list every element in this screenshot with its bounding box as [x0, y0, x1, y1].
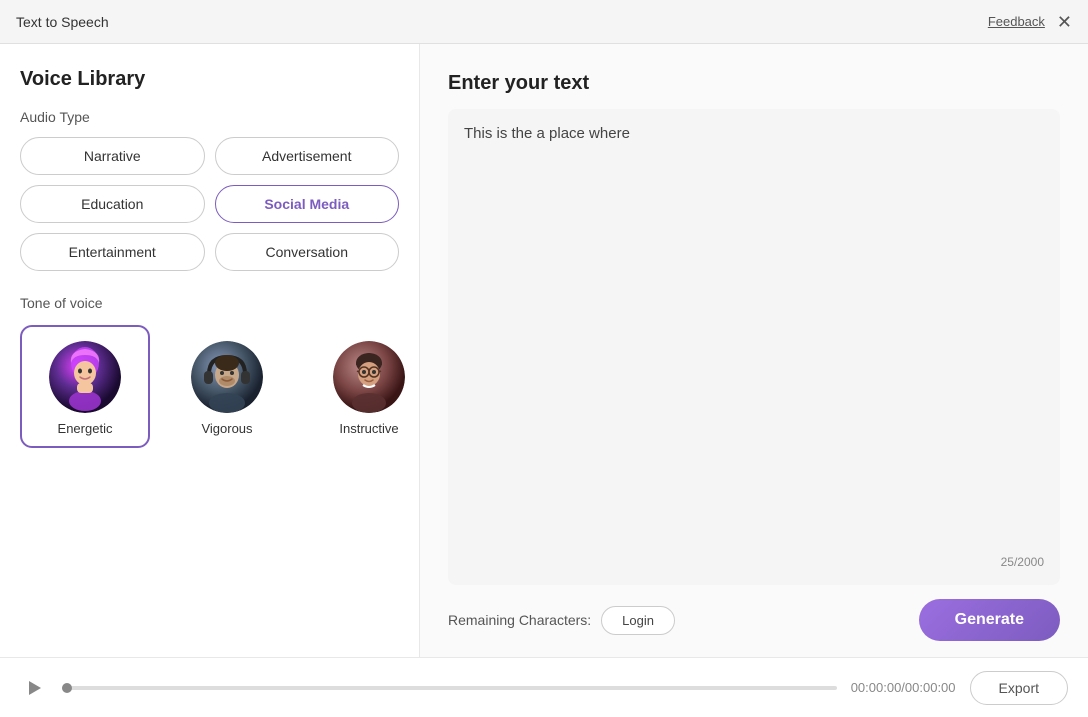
- remaining-chars-label: Remaining Characters:: [448, 612, 591, 628]
- audio-type-conversation[interactable]: Conversation: [215, 233, 400, 271]
- tone-avatar-vigorous: [191, 341, 263, 413]
- tone-energetic-label: Energetic: [58, 421, 113, 436]
- login-button[interactable]: Login: [601, 606, 675, 635]
- tone-grid: Energetic: [20, 325, 399, 448]
- app-title: Text to Speech: [16, 14, 109, 30]
- feedback-link[interactable]: Feedback: [988, 14, 1045, 29]
- time-display: 00:00:00/00:00:00: [851, 680, 956, 695]
- tone-vigorous[interactable]: Vigorous: [162, 325, 292, 448]
- tone-avatar-energetic: [49, 341, 121, 413]
- text-input[interactable]: This is the a place where: [464, 125, 1044, 547]
- tone-instructive-label: Instructive: [339, 421, 398, 436]
- progress-thumb: [62, 683, 72, 693]
- audio-type-advertisement[interactable]: Advertisement: [215, 137, 400, 175]
- export-button[interactable]: Export: [970, 671, 1068, 705]
- audio-type-social-media[interactable]: Social Media: [215, 185, 400, 223]
- tone-instructive[interactable]: Instructive: [304, 325, 420, 448]
- tone-energetic[interactable]: Energetic: [20, 325, 150, 448]
- left-panel: Voice Library Audio Type Narrative Adver…: [0, 44, 420, 657]
- audio-type-grid: Narrative Advertisement Education Social…: [20, 137, 399, 271]
- audio-type-label: Audio Type: [20, 109, 399, 125]
- close-button[interactable]: ✕: [1057, 13, 1072, 31]
- voice-library-title: Voice Library: [20, 68, 399, 91]
- text-area-wrapper: This is the a place where 25/2000: [448, 109, 1060, 585]
- audio-type-education[interactable]: Education: [20, 185, 205, 223]
- tone-label: Tone of voice: [20, 295, 399, 311]
- tone-avatar-instructive: [333, 341, 405, 413]
- right-panel: Enter your text This is the a place wher…: [420, 44, 1088, 657]
- play-button[interactable]: [20, 674, 48, 702]
- audio-type-narrative[interactable]: Narrative: [20, 137, 205, 175]
- remaining-chars-section: Remaining Characters: Login: [448, 606, 675, 635]
- enter-text-label: Enter your text: [448, 72, 1060, 95]
- title-bar-actions: Feedback ✕: [988, 13, 1072, 31]
- progress-bar[interactable]: [62, 686, 837, 690]
- generate-button[interactable]: Generate: [919, 599, 1060, 641]
- tone-vigorous-label: Vigorous: [201, 421, 252, 436]
- bottom-bar: Remaining Characters: Login Generate: [448, 585, 1060, 657]
- main-content: Voice Library Audio Type Narrative Adver…: [0, 44, 1088, 657]
- title-bar: Text to Speech Feedback ✕: [0, 0, 1088, 44]
- footer: 00:00:00/00:00:00 Export: [0, 657, 1088, 717]
- char-count: 25/2000: [464, 555, 1044, 569]
- audio-type-entertainment[interactable]: Entertainment: [20, 233, 205, 271]
